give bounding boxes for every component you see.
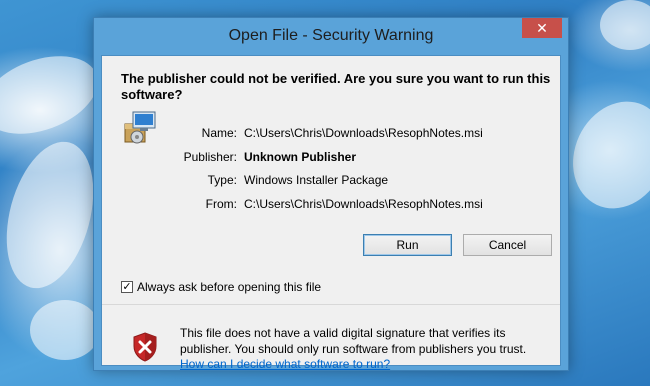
- window-title: Open File - Security Warning: [228, 27, 434, 44]
- publisher-value: Unknown Publisher: [244, 150, 357, 164]
- name-label: Name:: [201, 126, 237, 140]
- dialog-content: The publisher could not be verified. Are…: [101, 55, 561, 371]
- flower-petal: [0, 132, 109, 298]
- close-icon: ✕: [536, 20, 548, 36]
- help-link[interactable]: How can I decide what software to run?: [180, 357, 390, 371]
- warning-message: This file does not have a valid digital …: [180, 326, 527, 356]
- type-value: Windows Installer Package: [244, 173, 389, 187]
- warning-question: The publisher could not be verified. Are…: [121, 71, 551, 102]
- name-value: C:\Users\Chris\Downloads\ResophNotes.msi: [244, 126, 483, 140]
- title-bar[interactable]: Open File - Security Warning ✕: [94, 18, 568, 54]
- cancel-button[interactable]: Cancel: [463, 234, 552, 256]
- flower-petal: [30, 300, 100, 360]
- always-ask-checkbox[interactable]: ✓: [121, 281, 133, 293]
- close-button[interactable]: ✕: [522, 18, 562, 38]
- security-shield-error-icon: [133, 332, 157, 362]
- publisher-label: Publisher:: [183, 150, 237, 164]
- type-label: Type:: [207, 173, 237, 187]
- flower-petal: [555, 86, 650, 224]
- always-ask-label[interactable]: Always ask before opening this file: [137, 280, 321, 294]
- flower-petal: [600, 0, 650, 50]
- from-value: C:\Users\Chris\Downloads\ResophNotes.msi: [244, 197, 483, 211]
- run-button[interactable]: Run: [363, 234, 452, 256]
- security-warning-dialog: Open File - Security Warning ✕ The publi…: [93, 17, 569, 371]
- from-label: From:: [205, 197, 237, 211]
- installer-package-icon: [124, 111, 156, 144]
- section-divider: [102, 304, 560, 305]
